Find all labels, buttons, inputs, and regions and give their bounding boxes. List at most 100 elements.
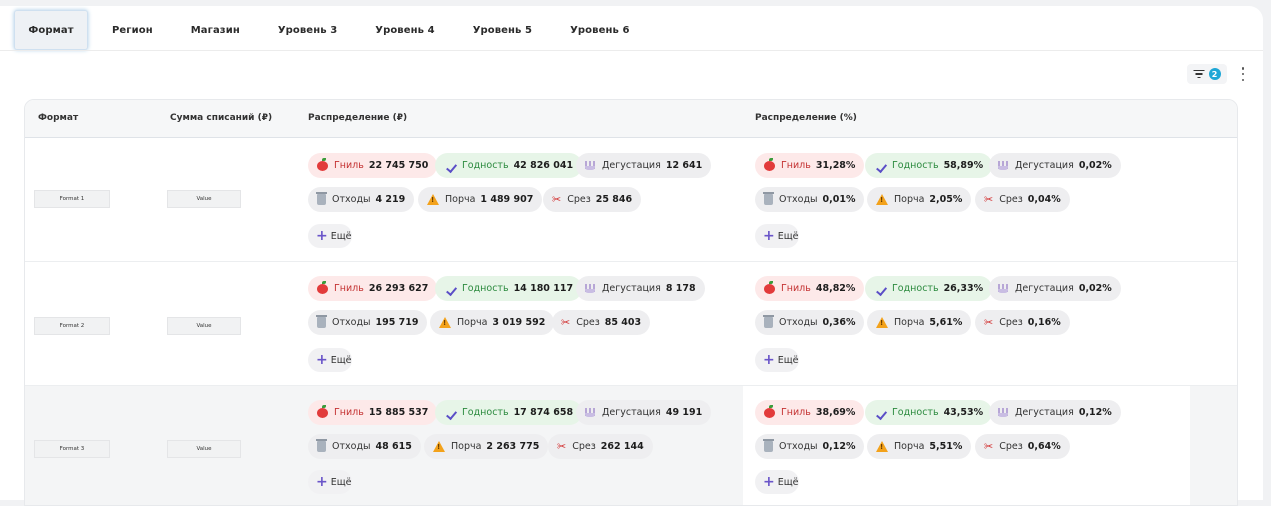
filter-button[interactable]: 2 bbox=[1187, 64, 1227, 84]
scissors-icon: ✂ bbox=[984, 316, 994, 329]
sum-cell: Value bbox=[167, 317, 241, 335]
fit-pct-chip: Годность 43,53% bbox=[865, 400, 993, 425]
sum-cell: Value bbox=[167, 190, 241, 208]
more-options-icon[interactable] bbox=[1238, 65, 1248, 83]
rot-pct-chip: Гниль 38,69% bbox=[755, 400, 865, 425]
trash-icon bbox=[316, 439, 327, 452]
fit-rub-chip: Годность 14 180 117 bbox=[435, 276, 583, 301]
plus-icon: + bbox=[763, 228, 775, 244]
warning-icon bbox=[876, 317, 888, 328]
check-icon bbox=[874, 284, 886, 294]
taste-pct-chip: Дегустация 0,02% bbox=[989, 276, 1121, 301]
more-pct-button[interactable]: + Ещё bbox=[755, 348, 799, 372]
waste-rub-chip: Отходы 195 719 bbox=[308, 310, 428, 335]
taste-pct-chip: Дегустация 0,02% bbox=[989, 153, 1121, 178]
cut-pct-chip: ✂ Срез 0,04% bbox=[975, 187, 1070, 212]
scissors-icon: ✂ bbox=[984, 193, 994, 206]
spoil-pct-chip: Порча5,61% bbox=[867, 310, 972, 335]
taste-rub-chip: Дегустация 8 178 bbox=[576, 276, 705, 301]
tab-divider bbox=[0, 50, 1263, 51]
plus-icon: + bbox=[763, 352, 775, 368]
tab-level-4[interactable]: Уровень 4 bbox=[361, 10, 448, 50]
cutlery-icon bbox=[585, 283, 596, 294]
spoil-rub-chip: Порча1 489 907 bbox=[418, 187, 543, 212]
apple-icon bbox=[764, 157, 775, 171]
waste-rub-chip: Отходы 4 219 bbox=[308, 187, 415, 212]
cut-pct-chip: ✂ Срез 0,64% bbox=[975, 434, 1070, 459]
apple-icon bbox=[764, 280, 775, 294]
warning-icon bbox=[427, 194, 439, 205]
header-dist-rub[interactable]: Распределение (₽) bbox=[308, 113, 407, 123]
cutlery-icon bbox=[998, 283, 1009, 294]
tab-format[interactable]: Формат bbox=[14, 10, 88, 50]
cut-pct-chip: ✂ Срез 0,16% bbox=[975, 310, 1070, 335]
filter-icon bbox=[1193, 70, 1205, 79]
write-off-table: Формат Сумма списаний (₽) Распределение … bbox=[24, 99, 1238, 506]
apple-icon bbox=[317, 157, 328, 171]
tab-store[interactable]: Магазин bbox=[177, 10, 254, 50]
warning-icon bbox=[876, 441, 888, 452]
waste-pct-chip: Отходы 0,36% bbox=[755, 310, 865, 335]
apple-icon bbox=[764, 404, 775, 418]
format-cell: Format 3 bbox=[34, 440, 110, 458]
more-rub-button[interactable]: + Ещё bbox=[308, 224, 352, 248]
more-pct-button[interactable]: + Ещё bbox=[755, 470, 799, 494]
trash-icon bbox=[763, 192, 774, 205]
apple-icon bbox=[317, 280, 328, 294]
rot-rub-chip: Гниль 22 745 750 bbox=[308, 153, 438, 178]
scissors-icon: ✂ bbox=[552, 193, 562, 206]
check-icon bbox=[444, 408, 456, 418]
cutlery-icon bbox=[585, 160, 596, 171]
waste-rub-chip: Отходы 48 615 bbox=[308, 434, 421, 459]
header-format[interactable]: Формат bbox=[38, 113, 78, 123]
waste-pct-chip: Отходы 0,01% bbox=[755, 187, 865, 212]
tab-level-3[interactable]: Уровень 3 bbox=[264, 10, 351, 50]
tab-region[interactable]: Регион bbox=[98, 10, 167, 50]
table-row: Format 1 Value Гниль 22 745 750 Годность 4… bbox=[25, 138, 1237, 262]
spoil-pct-chip: Порча2,05% bbox=[867, 187, 972, 212]
taste-rub-chip: Дегустация 49 191 bbox=[576, 400, 712, 425]
spoil-rub-chip: Порча3 019 592 bbox=[430, 310, 555, 335]
rot-pct-chip: Гниль 31,28% bbox=[755, 153, 865, 178]
more-pct-button[interactable]: + Ещё bbox=[755, 224, 799, 248]
cutlery-icon bbox=[998, 160, 1009, 171]
check-icon bbox=[444, 161, 456, 171]
warning-icon bbox=[876, 194, 888, 205]
table-row: Format 3 Value Гниль 15 885 537 Годность 1… bbox=[25, 386, 1237, 505]
more-rub-button[interactable]: + Ещё bbox=[308, 470, 352, 494]
tab-level-5[interactable]: Уровень 5 bbox=[459, 10, 546, 50]
format-cell: Format 2 bbox=[34, 317, 110, 335]
plus-icon: + bbox=[316, 474, 328, 490]
filter-count-badge: 2 bbox=[1208, 68, 1221, 80]
cut-rub-chip: ✂ Срез 262 144 bbox=[548, 434, 653, 459]
sum-cell: Value bbox=[167, 440, 241, 458]
cut-rub-chip: ✂ Срез 85 403 bbox=[552, 310, 651, 335]
table-header: Формат Сумма списаний (₽) Распределение … bbox=[25, 100, 1237, 138]
tab-bar: Формат Регион Магазин Уровень 3 Уровень … bbox=[14, 10, 654, 50]
header-dist-pct[interactable]: Распределение (%) bbox=[755, 113, 857, 123]
cut-rub-chip: ✂ Срез 25 846 bbox=[543, 187, 642, 212]
plus-icon: + bbox=[763, 474, 775, 490]
check-icon bbox=[874, 161, 886, 171]
scissors-icon: ✂ bbox=[561, 316, 571, 329]
spoil-rub-chip: Порча2 263 775 bbox=[424, 434, 549, 459]
fit-pct-chip: Годность 26,33% bbox=[865, 276, 993, 301]
more-rub-button[interactable]: + Ещё bbox=[308, 348, 352, 372]
taste-pct-chip: Дегустация 0,12% bbox=[989, 400, 1121, 425]
trash-icon bbox=[763, 439, 774, 452]
rot-rub-chip: Гниль 15 885 537 bbox=[308, 400, 438, 425]
fit-rub-chip: Годность 42 826 041 bbox=[435, 153, 583, 178]
waste-pct-chip: Отходы 0,12% bbox=[755, 434, 865, 459]
apple-icon bbox=[317, 404, 328, 418]
tab-level-6[interactable]: Уровень 6 bbox=[556, 10, 643, 50]
check-icon bbox=[874, 408, 886, 418]
warning-icon bbox=[439, 317, 451, 328]
header-sum[interactable]: Сумма списаний (₽) bbox=[170, 113, 272, 123]
taste-rub-chip: Дегустация 12 641 bbox=[576, 153, 712, 178]
trash-icon bbox=[316, 192, 327, 205]
plus-icon: + bbox=[316, 352, 328, 368]
fit-pct-chip: Годность 58,89% bbox=[865, 153, 993, 178]
plus-icon: + bbox=[316, 228, 328, 244]
trash-icon bbox=[316, 315, 327, 328]
rot-pct-chip: Гниль 48,82% bbox=[755, 276, 865, 301]
